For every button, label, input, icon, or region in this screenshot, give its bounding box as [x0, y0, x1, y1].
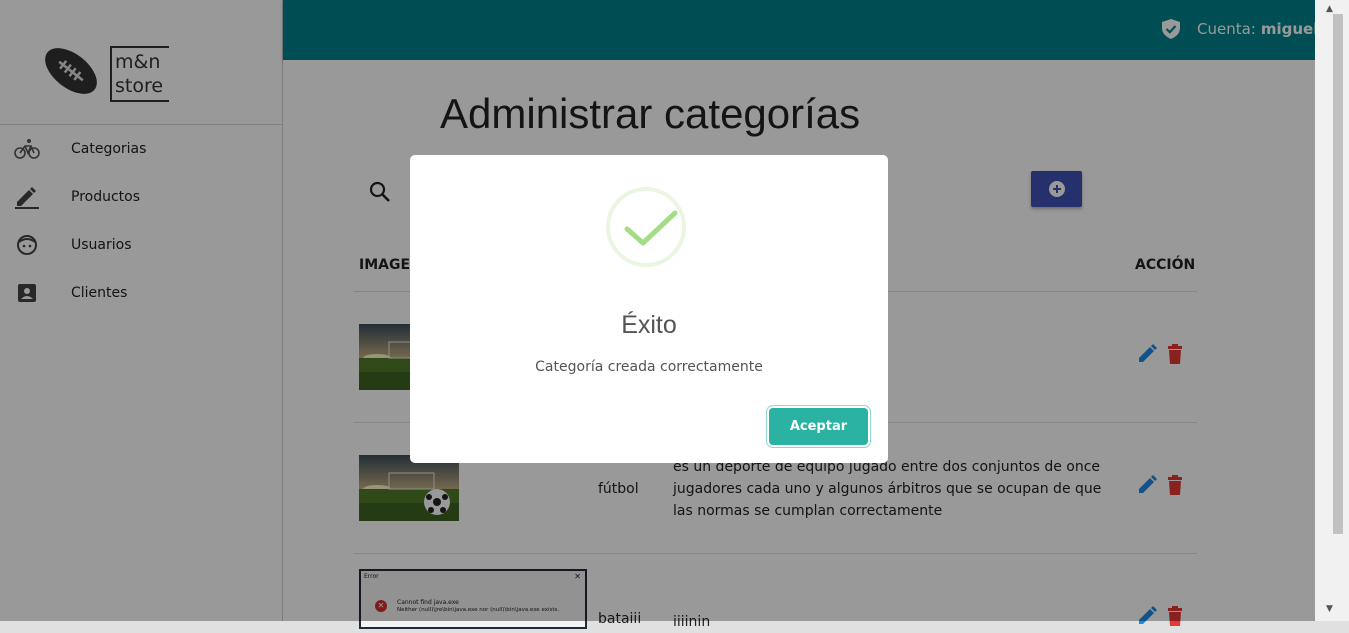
dialog-title: Éxito: [621, 311, 677, 339]
scroll-down-arrow-icon[interactable]: ▼: [1326, 604, 1333, 614]
confirm-button[interactable]: Aceptar: [769, 408, 868, 445]
scrollbar-thumb[interactable]: [1333, 14, 1343, 534]
page-scrollbar[interactable]: ▲ ▼: [1315, 0, 1349, 621]
dialog-message: Categoría creada correctamente: [535, 359, 763, 375]
checkmark-icon: [624, 210, 678, 246]
success-dialog: Éxito Categoría creada correctamente Ace…: [410, 155, 888, 463]
scroll-up-arrow-icon[interactable]: ▲: [1326, 4, 1333, 14]
